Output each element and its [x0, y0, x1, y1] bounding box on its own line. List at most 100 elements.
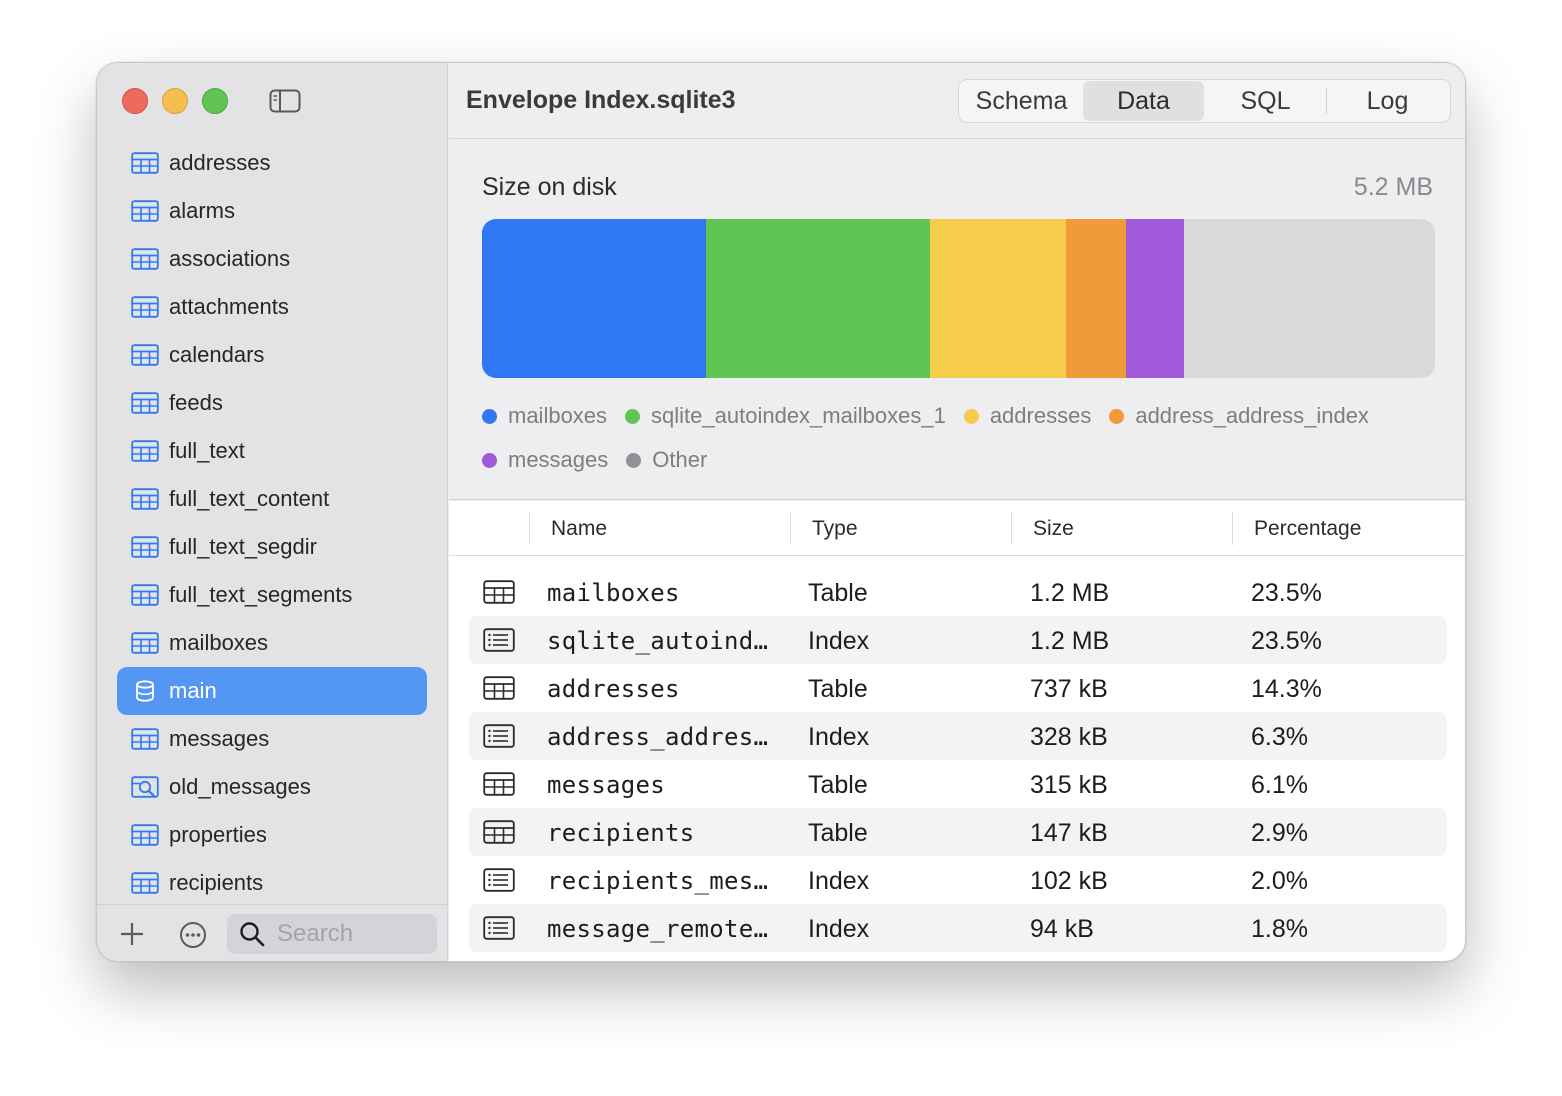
column-separator [529, 512, 530, 545]
legend-item: mailboxes [482, 394, 607, 438]
sidebar-item-label: main [169, 678, 217, 703]
sidebar-item-label: full_text_content [169, 486, 330, 511]
legend-item: Other [626, 438, 707, 482]
more-options-icon[interactable] [179, 921, 207, 949]
column-header-size[interactable]: Size [1033, 517, 1074, 541]
view-tabs: Schema Data SQL Log [958, 79, 1451, 123]
cell-size: 1.2 MB [1030, 579, 1110, 607]
sidebar-item-label: alarms [169, 198, 236, 223]
table-header: Name Type Size Percentage [449, 501, 1465, 556]
table-row[interactable]: recipients Table 147 kB 2.9% [469, 808, 1447, 856]
cell-name: recipients_message_id_index [547, 867, 775, 895]
sidebar-item-label: mailboxes [169, 630, 269, 655]
cell-percentage: 14.3% [1251, 675, 1322, 703]
sidebar-item-feeds[interactable]: feeds [117, 379, 427, 427]
index-icon [483, 724, 515, 748]
index-icon [483, 868, 515, 892]
size-breakdown-bar [482, 219, 1435, 378]
legend-label: sqlite_autoindex_mailboxes_1 [651, 403, 946, 428]
sidebar-item-recipients[interactable]: recipients [117, 859, 427, 907]
legend-dot-icon [482, 408, 497, 424]
cell-name: message_remote_id_index [547, 915, 775, 943]
size-on-disk-label: Size on disk [482, 173, 617, 201]
size-segment-mailboxes [482, 219, 706, 378]
column-header-type[interactable]: Type [812, 517, 858, 541]
table-row[interactable]: address_address_index Index 328 kB 6.3% [469, 712, 1447, 760]
table-row[interactable]: recipients_message_id_index Index 102 kB 2.… [469, 856, 1447, 904]
tab-log[interactable]: Log [1327, 81, 1448, 121]
legend-dot-icon [963, 408, 979, 424]
sidebar: addresses alarms associations attachments ca… [97, 63, 448, 961]
sidebar-item-label: properties [169, 822, 267, 847]
table-icon [483, 772, 515, 796]
sidebar-item-attachments[interactable]: attachments [117, 283, 427, 331]
close-window-button[interactable] [122, 88, 148, 114]
table-icon [131, 488, 159, 510]
cell-percentage: 2.9% [1251, 819, 1308, 847]
table-icon [131, 392, 159, 414]
sidebar-item-full-text-content[interactable]: full_text_content [117, 475, 427, 523]
sidebar-item-mailboxes[interactable]: mailboxes [117, 619, 427, 667]
app-window: addresses alarms associations attachments ca… [96, 62, 1466, 962]
table-icon [131, 728, 159, 750]
tab-sql[interactable]: SQL [1205, 81, 1326, 121]
legend-label: mailboxes [508, 403, 608, 428]
table-icon [131, 584, 159, 606]
sidebar-item-label: associations [169, 246, 291, 271]
column-separator [790, 512, 791, 545]
sidebar-item-associations[interactable]: associations [117, 235, 427, 283]
table-row[interactable]: sqlite_autoindex_mailboxes_1 Index 1.2 MB 2… [469, 616, 1447, 664]
add-icon[interactable] [119, 921, 145, 947]
sidebar-item-label: feeds [169, 390, 223, 415]
sidebar-item-addresses[interactable]: addresses [117, 139, 427, 187]
table-row[interactable]: messages Table 315 kB 6.1% [469, 760, 1447, 808]
sidebar-item-main[interactable]: main [117, 667, 427, 715]
sidebar-item-label: messages [169, 726, 270, 751]
search-field[interactable] [227, 914, 437, 954]
table-icon [131, 200, 159, 222]
legend-label: address_address_index [1135, 403, 1369, 428]
legend-item: sqlite_autoindex_mailboxes_1 [625, 394, 946, 438]
index-icon [483, 628, 515, 652]
legend-dot-icon [482, 452, 497, 468]
sidebar-item-full-text[interactable]: full_text [117, 427, 427, 475]
cell-size: 1.2 MB [1030, 627, 1110, 655]
sidebar-item-full-text-segments[interactable]: full_text_segments [117, 571, 427, 619]
table-icon [131, 152, 159, 174]
sidebar-item-calendars[interactable]: calendars [117, 331, 427, 379]
table-icon [131, 872, 159, 894]
table-icon [483, 820, 515, 844]
tab-data[interactable]: Data [1083, 81, 1204, 121]
sidebar-item-old-messages[interactable]: old_messages [117, 763, 427, 811]
sidebar-table-list: addresses alarms associations attachments ca… [117, 139, 427, 907]
size-summary: Size on disk 5.2 MB mailboxes sqlite_auto… [449, 140, 1465, 500]
sidebar-item-properties[interactable]: properties [117, 811, 427, 859]
cell-type: Index [808, 723, 870, 751]
table-row[interactable]: addresses Table 737 kB 14.3% [469, 664, 1447, 712]
column-separator [1011, 512, 1012, 545]
table-icon [131, 296, 159, 318]
column-header-percentage[interactable]: Percentage [1254, 517, 1361, 541]
table-icon [131, 440, 159, 462]
sidebar-item-messages[interactable]: messages [117, 715, 427, 763]
index-icon [483, 916, 515, 940]
sidebar-item-label: attachments [169, 294, 289, 319]
objects-table: Name Type Size Percentage mailboxes Table… [449, 501, 1465, 961]
sidebar-item-alarms[interactable]: alarms [117, 187, 427, 235]
zoom-window-button[interactable] [202, 88, 228, 114]
search-input[interactable] [277, 920, 417, 948]
legend-label: Other [652, 447, 708, 472]
window-title: Envelope Index.sqlite3 [466, 86, 736, 114]
cell-size: 147 kB [1030, 819, 1108, 847]
table-row[interactable]: mailboxes Table 1.2 MB 23.5% [469, 568, 1447, 616]
cell-name: mailboxes [547, 579, 680, 607]
sidebar-toggle-icon[interactable] [269, 89, 301, 113]
sidebar-item-full-text-segdir[interactable]: full_text_segdir [117, 523, 427, 571]
cell-size: 102 kB [1030, 867, 1108, 895]
column-header-name[interactable]: Name [551, 517, 607, 541]
table-row[interactable]: message_remote_id_index Index 94 kB 1.8% [469, 904, 1447, 952]
minimize-window-button[interactable] [162, 88, 188, 114]
cell-type: Table [808, 771, 868, 799]
tab-schema[interactable]: Schema [961, 81, 1082, 121]
cell-percentage: 1.8% [1251, 915, 1308, 943]
